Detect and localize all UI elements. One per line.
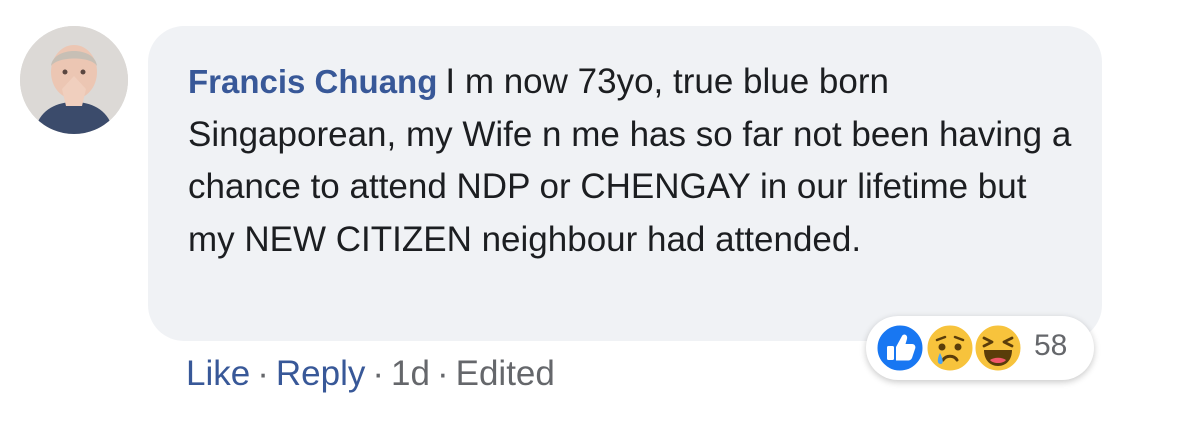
comment-author[interactable]: Francis Chuang bbox=[188, 63, 437, 100]
like-icon bbox=[874, 322, 926, 374]
haha-icon bbox=[972, 322, 1024, 374]
comment-actions: Like · Reply · 1d · Edited bbox=[186, 354, 555, 394]
reaction-count: 58 bbox=[1034, 329, 1068, 362]
separator-dot: · bbox=[257, 354, 269, 393]
avatar-photo bbox=[20, 26, 128, 134]
reactions-summary[interactable]: 58 bbox=[866, 316, 1094, 380]
like-button[interactable]: Like bbox=[186, 354, 250, 393]
separator-dot: · bbox=[372, 354, 385, 393]
sad-icon bbox=[924, 322, 976, 374]
comment-timestamp[interactable]: 1d bbox=[391, 354, 430, 393]
edited-label[interactable]: Edited bbox=[456, 354, 555, 393]
reply-button[interactable]: Reply bbox=[276, 354, 365, 393]
comment-body: Francis Chuang I m now 73yo, true blue bo… bbox=[188, 56, 1078, 266]
separator-dot: · bbox=[436, 354, 449, 393]
avatar[interactable] bbox=[20, 26, 128, 134]
